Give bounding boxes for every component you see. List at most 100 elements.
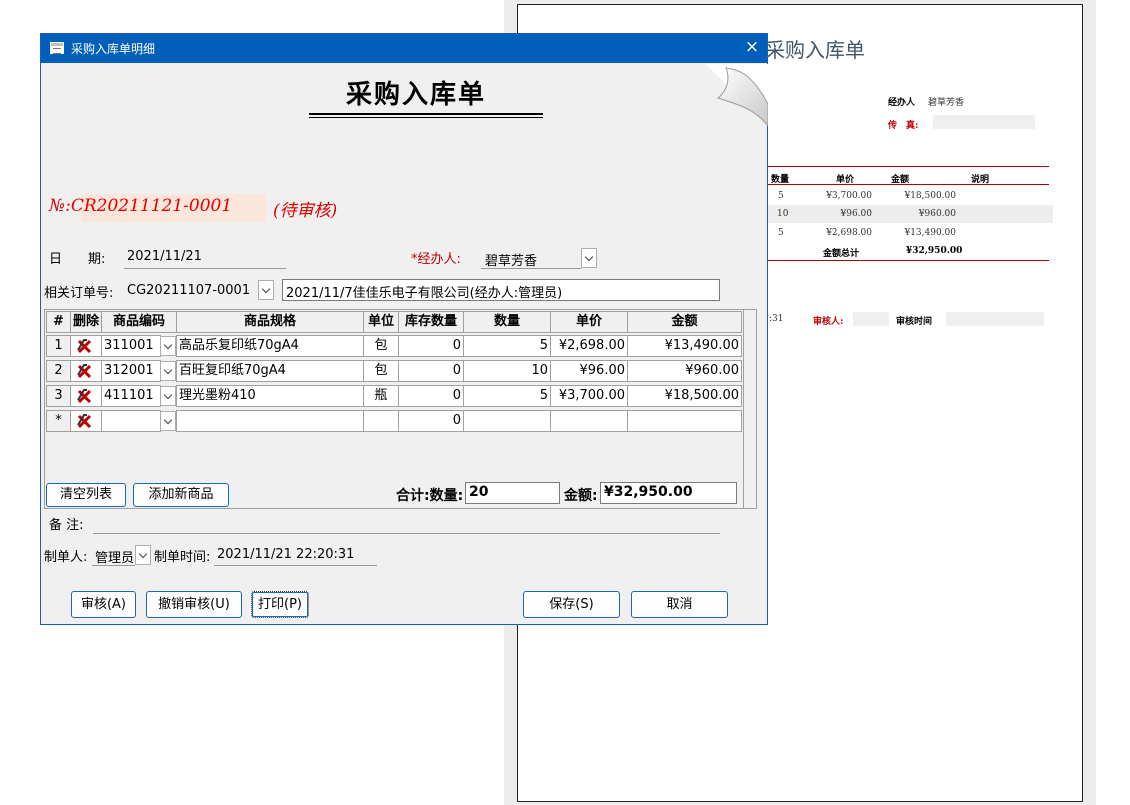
revoke-approval-button[interactable]: 撤销审核(U) <box>146 591 242 618</box>
product-spec-cell[interactable] <box>176 410 364 432</box>
product-code-cell[interactable]: 311001 <box>101 335 161 357</box>
approve-button[interactable]: 审核(A) <box>71 591 136 618</box>
doc-number: №:CR20211121-0001 <box>49 196 233 216</box>
delete-row-cell[interactable] <box>70 360 102 382</box>
close-button[interactable]: × <box>741 37 763 57</box>
order-field[interactable]: CG20211107-0001 <box>127 283 250 298</box>
product-code-dropdown-icon[interactable] <box>160 336 176 356</box>
preview-row-qty: 5 <box>778 191 784 201</box>
doc-status: (待审核) <box>273 201 338 221</box>
unit-cell <box>363 410 399 432</box>
product-spec-cell[interactable]: 高品乐复印纸70gA4 <box>176 335 364 357</box>
grid-header-amount: 金额 <box>627 311 742 333</box>
grid-header-no: # <box>46 311 71 333</box>
maker-dropdown-icon[interactable] <box>135 545 151 565</box>
product-code-cell[interactable]: 312001 <box>101 360 161 382</box>
preview-fax-label: 传 真: <box>888 121 919 131</box>
product-code-dropdown-icon[interactable] <box>160 411 176 431</box>
amount-cell: ¥18,500.00 <box>627 385 742 407</box>
qty-cell[interactable]: 10 <box>463 360 551 382</box>
product-grid: # 删除 商品编码 商品规格 单位 库存数量 数量 单价 金额 1 311001… <box>44 309 757 509</box>
stock-cell: 0 <box>398 410 464 432</box>
handler-field[interactable]: 碧草芳香 <box>485 250 537 269</box>
row-number[interactable]: 1 <box>46 335 71 357</box>
maker-label: 制单人: <box>44 550 88 565</box>
amount-cell: ¥13,490.00 <box>627 335 742 357</box>
print-button[interactable]: 打印(P) <box>251 591 309 618</box>
grid-header-unit: 单位 <box>363 311 399 333</box>
delete-row-cell[interactable] <box>70 385 102 407</box>
preview-fax-field <box>933 115 1035 129</box>
product-code-dropdown-icon[interactable] <box>160 386 176 406</box>
row-number[interactable]: 3 <box>46 385 71 407</box>
page-curl-icon <box>706 64 768 126</box>
save-button[interactable]: 保存(S) <box>523 591 620 618</box>
handler-dropdown-icon[interactable] <box>581 248 597 268</box>
qty-cell[interactable]: 5 <box>463 335 551 357</box>
grid-scrollbar-track[interactable] <box>743 310 744 508</box>
delete-row-cell[interactable] <box>70 410 102 432</box>
make-time-label: 制单时间: <box>154 550 211 565</box>
total-qty-field: 20 <box>465 482 560 504</box>
delete-row-icon[interactable] <box>74 385 96 407</box>
form-title: 采购入库单 <box>346 80 487 110</box>
delete-row-icon[interactable] <box>74 410 96 432</box>
price-cell[interactable]: ¥96.00 <box>550 360 628 382</box>
delete-row-icon[interactable] <box>74 335 96 357</box>
preview-review-time-label: 审核时间 <box>896 317 933 327</box>
new-row-marker[interactable]: * <box>46 410 71 432</box>
preview-handler-label: 经办人 <box>888 98 916 108</box>
preview-rule <box>768 184 1049 185</box>
title-underline <box>309 117 543 118</box>
product-code-dropdown-icon[interactable] <box>160 361 176 381</box>
product-spec-cell[interactable]: 理光墨粉410 <box>176 385 364 407</box>
order-label: 相关订单号: <box>44 286 114 301</box>
order-description-field[interactable]: 2021/11/7佳佳乐电子有限公司(经办人:管理员) <box>282 279 720 301</box>
total-qty-label: 合计:数量: <box>396 488 464 504</box>
product-code-cell[interactable] <box>101 410 161 432</box>
date-underline <box>124 268 286 269</box>
window-titlebar[interactable]: 采购入库单明细 × <box>41 34 767 63</box>
preview-review-time-field <box>946 312 1044 326</box>
qty-cell[interactable]: 5 <box>463 385 551 407</box>
preview-reviewer-field <box>853 312 889 326</box>
preview-row-amount: ¥13,490.00 <box>904 228 956 238</box>
price-cell[interactable]: ¥2,698.00 <box>550 335 628 357</box>
preview-row-qty: 5 <box>778 228 784 238</box>
price-cell[interactable] <box>550 410 628 432</box>
preview-row-qty: 10 <box>777 209 789 219</box>
add-product-button[interactable]: 添加新商品 <box>133 483 229 507</box>
make-time-field: 2021/11/21 22:20:31 <box>217 547 355 562</box>
maker-underline <box>92 565 135 566</box>
remark-label: 备 注: <box>49 518 84 533</box>
remark-field[interactable] <box>93 533 720 534</box>
clear-list-button[interactable]: 清空列表 <box>46 483 126 507</box>
preview-rule <box>768 260 1049 261</box>
date-field[interactable]: 2021/11/21 <box>127 249 202 264</box>
maker-field[interactable]: 管理员 <box>95 547 134 566</box>
preview-handler-value: 碧草芳香 <box>928 98 965 108</box>
stock-cell: 0 <box>398 335 464 357</box>
purchase-receipt-dialog: 采购入库单明细 × 采购入库单 №:CR20211121-0001 (待审核) … <box>40 33 768 625</box>
row-number[interactable]: 2 <box>46 360 71 382</box>
product-spec-cell[interactable]: 百旺复印纸70gA4 <box>176 360 364 382</box>
order-dropdown-icon[interactable] <box>258 280 274 300</box>
total-amount-field: ¥32,950.00 <box>600 482 737 504</box>
grid-header-qty: 数量 <box>463 311 551 333</box>
qty-cell[interactable] <box>463 410 551 432</box>
handler-label: *经办人: <box>411 252 461 267</box>
delete-row-cell[interactable] <box>70 335 102 357</box>
window-title: 采购入库单明细 <box>71 42 156 56</box>
unit-cell: 包 <box>363 335 399 357</box>
date-label: 日 期: <box>49 252 106 267</box>
product-code-cell[interactable]: 411101 <box>101 385 161 407</box>
grid-header-stock: 库存数量 <box>398 311 464 333</box>
amount-cell <box>627 410 742 432</box>
delete-row-icon[interactable] <box>74 360 96 382</box>
total-amount-label: 金额: <box>564 488 598 504</box>
price-cell[interactable]: ¥3,700.00 <box>550 385 628 407</box>
preview-rule <box>768 166 1049 167</box>
preview-row-amount: ¥960.00 <box>918 209 956 219</box>
stock-cell: 0 <box>398 360 464 382</box>
cancel-button[interactable]: 取消 <box>631 591 728 618</box>
